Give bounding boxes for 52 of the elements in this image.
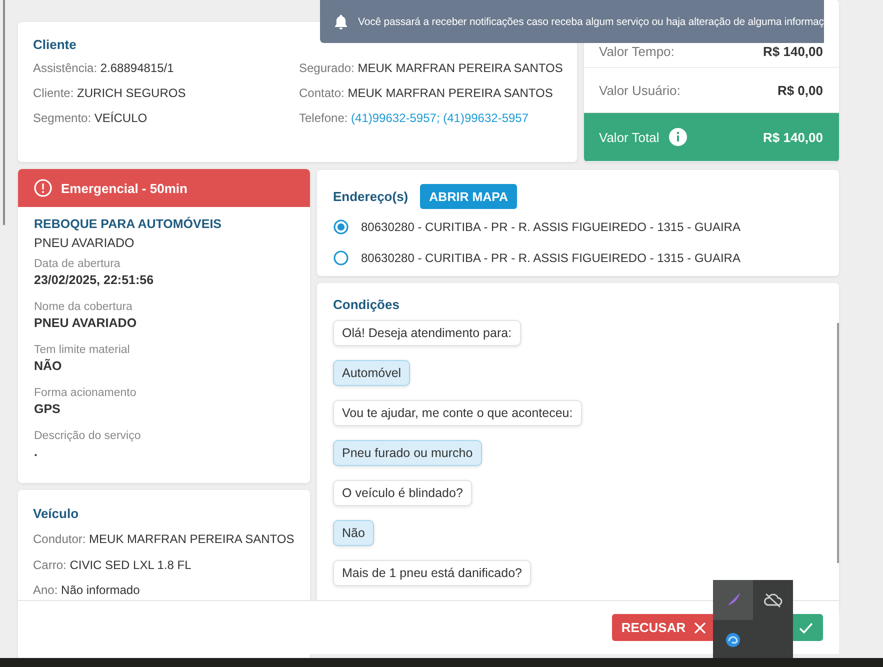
address-text: 80630280 - CURITIBA - PR - R. ASSIS FIGUEIREDO - 1315 - GUAIRA: [361, 220, 740, 234]
vehicle-field: Condutor: MEUK MARFRAN PEREIRA SANTOS: [33, 527, 295, 552]
vehicle-field: Carro: CIVIC SED LXL 1.8 FL: [33, 552, 295, 578]
value-amount: R$ 140,00: [763, 130, 823, 144]
conditions-title: Condições: [333, 297, 400, 312]
value-label: Valor Usuário:: [599, 82, 680, 98]
service-title: REBOQUE PARA AUTOMÓVEIS: [34, 216, 223, 233]
client-field: Assistência: 2.68894815/1: [33, 56, 299, 81]
address-title: Endereço(s): [333, 189, 408, 204]
client-title: Cliente: [33, 37, 78, 52]
detail-value: 23/02/2025, 22:51:56: [34, 272, 155, 289]
client-field: Telefone: (41)99632-5957; (41)99632-5957: [299, 106, 563, 131]
detail-label: Data de abertura: [34, 257, 122, 272]
client-field: Cliente: ZURICH SEGUROS: [33, 81, 299, 106]
detail-label: Nome da cobertura: [34, 300, 134, 315]
alert-icon: [34, 179, 52, 197]
question-bubble: O veículo é blindado?: [333, 480, 472, 506]
value-amount: R$ 0,00: [777, 82, 823, 98]
check-icon: [799, 622, 813, 634]
client-field: Segmento: VEÍCULO: [33, 106, 299, 131]
value-label: Valor Tempo:: [599, 44, 674, 59]
detail-value: PNEU AVARIADO: [34, 315, 138, 332]
value-amount: R$ 140,00: [763, 44, 823, 59]
address-text: 80630280 - CURITIBA - PR - R. ASSIS FIGUEIREDO - 1315 - GUAIRA: [361, 250, 740, 264]
priority-text: Emergencial - 50min: [61, 180, 188, 196]
question-bubble: Mais de 1 pneu está danificado?: [333, 560, 531, 586]
reject-button[interactable]: RECUSAR: [612, 614, 715, 641]
info-icon: [669, 128, 688, 146]
detail-label: Forma acionamento: [34, 386, 138, 401]
question-bubble: Vou te ajudar, me conte o que aconteceu:: [333, 400, 582, 426]
notification-text: Você passará a receber notificações caso receba algum serviço ou haja alteração de alguma informaç: [358, 16, 824, 28]
answer-bubble: Pneu furado ou murcho: [333, 440, 482, 466]
close-icon: [694, 622, 706, 634]
service-subtitle: PNEU AVARIADO: [34, 235, 136, 252]
vehicle-field: Ano: Não informado: [33, 578, 295, 604]
open-map-button[interactable]: ABRIR MAPA: [420, 184, 518, 209]
scrollbar[interactable]: [837, 323, 839, 563]
cloud-off-icon[interactable]: [763, 592, 783, 608]
detail-value: .: [34, 444, 38, 461]
client-field: Segurado: MEUK MARFRAN PEREIRA SANTOS: [299, 56, 563, 81]
client-field: Contato: MEUK MARFRAN PEREIRA SANTOS: [299, 81, 563, 106]
detail-value: GPS: [34, 401, 62, 418]
detail-label: Tem limite material: [34, 343, 131, 358]
vehicle-title: Veículo: [33, 506, 80, 521]
detail-label: Descrição do serviço: [34, 429, 142, 444]
question-bubble: Olá! Deseja atendimento para:: [333, 320, 521, 346]
app-icon[interactable]: [725, 632, 741, 648]
answer-bubble: Automóvel: [333, 360, 410, 386]
answer-bubble: Não: [333, 520, 374, 546]
detail-value: NÃO: [34, 358, 63, 375]
value-label: Valor Total: [599, 130, 660, 144]
bell-icon: [334, 14, 348, 30]
